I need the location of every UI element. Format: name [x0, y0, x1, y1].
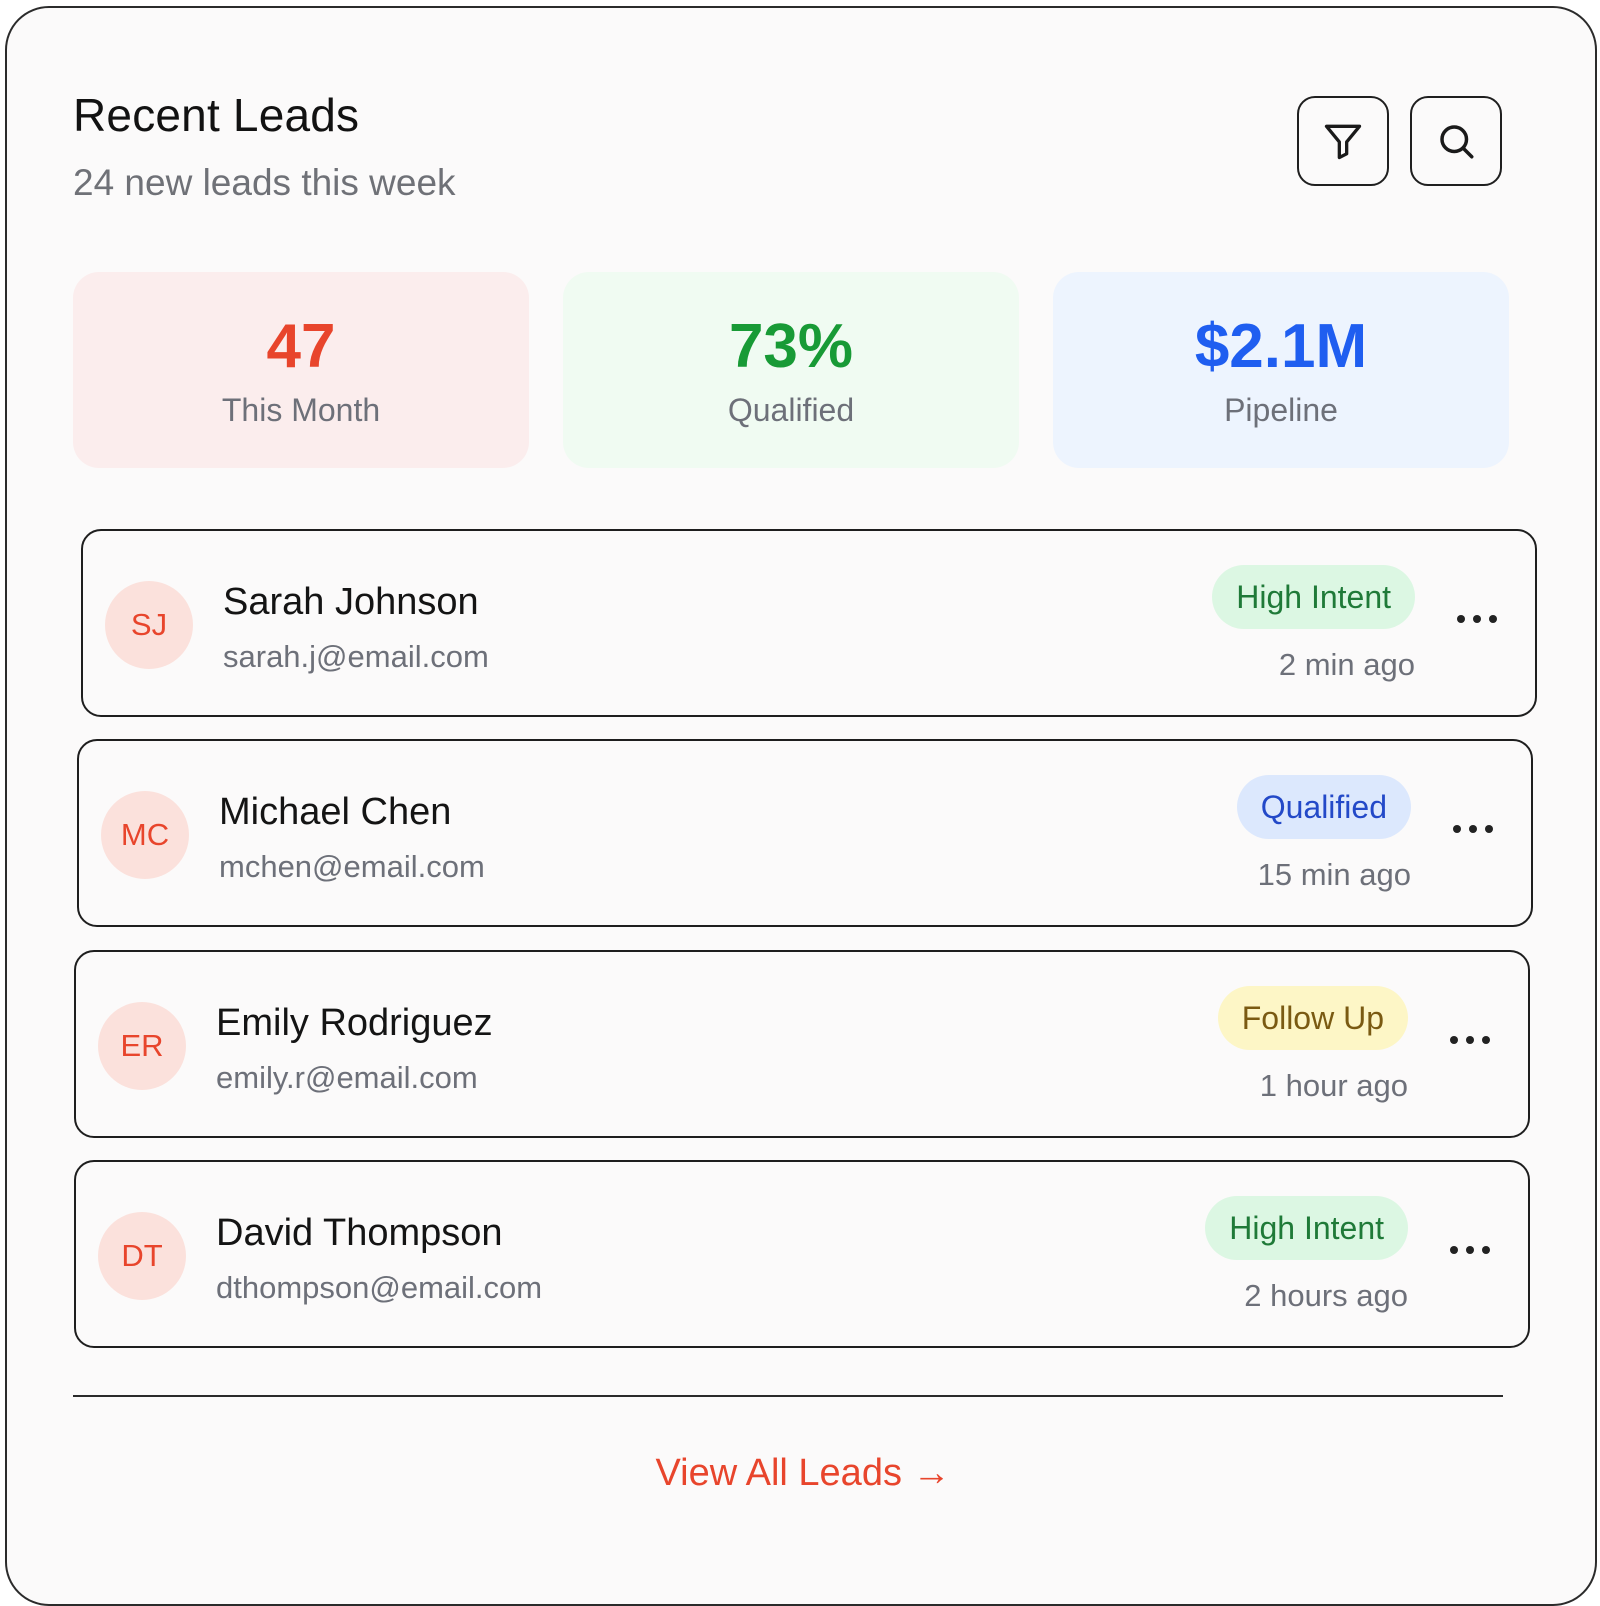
stat-value: 47	[266, 311, 336, 381]
avatar: SJ	[105, 581, 193, 669]
lead-row[interactable]: ER Emily Rodriguez emily.r@email.com Fol…	[74, 950, 1530, 1138]
filter-button[interactable]	[1297, 96, 1389, 186]
lead-email: emily.r@email.com	[216, 1060, 478, 1095]
stat-value: $2.1M	[1194, 311, 1368, 381]
more-options-icon[interactable]	[1450, 1244, 1490, 1256]
stat-label: Qualified	[727, 391, 855, 428]
lead-row[interactable]: SJ Sarah Johnson sarah.j@email.com High …	[81, 529, 1537, 717]
lead-name: Emily Rodriguez	[216, 1002, 493, 1044]
stat-qualified: 73% Qualified	[563, 272, 1019, 468]
lead-name: David Thompson	[216, 1212, 503, 1254]
lead-time: 1 hour ago	[1259, 1068, 1408, 1103]
more-options-icon[interactable]	[1457, 613, 1497, 625]
divider	[73, 1395, 1503, 1397]
status-badge: High Intent	[1205, 1196, 1408, 1260]
lead-email: mchen@email.com	[219, 849, 485, 884]
lead-name: Sarah Johnson	[223, 581, 479, 623]
stat-label: Pipeline	[1224, 391, 1338, 428]
stat-pipeline: $2.1M Pipeline	[1053, 272, 1509, 468]
lead-name: Michael Chen	[219, 791, 452, 833]
card-subtitle: 24 new leads this week	[73, 162, 456, 203]
lead-email: sarah.j@email.com	[223, 639, 489, 674]
lead-time: 2 hours ago	[1244, 1278, 1408, 1313]
lead-row[interactable]: DT David Thompson dthompson@email.com Hi…	[74, 1160, 1530, 1348]
lead-time: 2 min ago	[1278, 647, 1415, 682]
lead-email: dthompson@email.com	[216, 1270, 543, 1305]
stat-this-month: 47 This Month	[73, 272, 529, 468]
status-badge: Qualified	[1236, 775, 1411, 839]
more-options-icon[interactable]	[1450, 1034, 1490, 1046]
stat-value: 73%	[728, 311, 854, 381]
lead-time: 15 min ago	[1257, 857, 1411, 892]
status-badge: High Intent	[1212, 565, 1415, 629]
filter-icon	[1324, 124, 1362, 160]
card-title: Recent Leads	[73, 89, 360, 141]
search-icon	[1440, 125, 1474, 159]
view-all-leads-link[interactable]: View All Leads →	[7, 1452, 1599, 1495]
search-button[interactable]	[1410, 96, 1502, 186]
lead-row[interactable]: MC Michael Chen mchen@email.com Qualifie…	[77, 739, 1533, 927]
status-badge: Follow Up	[1217, 986, 1408, 1050]
recent-leads-card: Recent Leads 24 new leads this week 47 T…	[5, 6, 1597, 1606]
avatar: MC	[101, 791, 189, 879]
stat-label: This Month	[221, 391, 381, 428]
avatar: ER	[98, 1002, 186, 1090]
avatar: DT	[98, 1212, 186, 1300]
more-options-icon[interactable]	[1453, 823, 1493, 835]
